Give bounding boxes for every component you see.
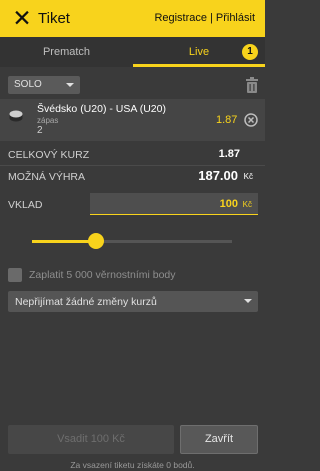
stake-slider[interactable] <box>32 233 232 249</box>
bet-odd: 1.87 <box>216 114 238 126</box>
possible-win-value: 187.00 <box>198 168 238 183</box>
bet-market: zápas <box>37 116 59 125</box>
stake-currency: Kč <box>242 200 252 209</box>
stake-input[interactable]: 100 Kč <box>90 193 258 215</box>
odds-change-value: Nepřijímat žádné změny kurzů <box>15 296 157 308</box>
active-tab-indicator <box>133 64 265 67</box>
page-title: Tiket <box>38 10 70 27</box>
top-bar: ✕ Tiket Registrace | Přihlásit <box>0 0 265 37</box>
tab-prematch[interactable]: Prematch <box>0 37 133 67</box>
stake-slider-fill <box>32 240 96 243</box>
points-footnote: Za vsazení tiketu získáte 0 bodů. <box>70 460 195 470</box>
possible-win-label: MOŽNÁ VÝHRA <box>8 171 86 183</box>
chevron-down-icon <box>244 299 252 303</box>
bet-card: Švédsko (U20) - USA (U20) zápas 2 1.87 <box>0 99 265 141</box>
bet-match-name: Švédsko (U20) - USA (U20) <box>37 103 166 115</box>
hockey-puck-icon <box>9 110 23 122</box>
ticket-type-value: SOLO <box>14 79 42 90</box>
tab-live[interactable]: Live 1 <box>133 37 265 67</box>
place-bet-button[interactable]: Vsadit 100 Kč <box>8 425 174 454</box>
divider <box>0 165 265 166</box>
tab-live-label: Live <box>188 46 210 58</box>
live-count-badge: 1 <box>242 44 258 60</box>
trash-icon[interactable] <box>244 76 260 94</box>
loyalty-checkbox[interactable] <box>8 268 22 282</box>
bet-pick: 2 <box>37 125 43 136</box>
stake-label: VKLAD <box>8 199 43 211</box>
total-odds-value: 1.87 <box>218 148 240 160</box>
total-odds-label: CELKOVÝ KURZ <box>8 149 90 161</box>
possible-win-currency: Kč <box>243 172 253 181</box>
loyalty-label: Zaplatit 5 000 věrnostními body <box>29 269 176 281</box>
auth-links: Registrace | Přihlásit <box>154 12 255 24</box>
odds-change-select[interactable]: Nepřijímat žádné změny kurzů <box>8 291 258 312</box>
tab-prematch-label: Prematch <box>42 46 91 58</box>
close-icon[interactable]: ✕ <box>10 7 34 31</box>
ticket-type-select[interactable]: SOLO <box>8 76 80 94</box>
chevron-down-icon <box>66 83 74 87</box>
register-link[interactable]: Registrace <box>154 12 207 24</box>
ticket-tabs: Prematch Live 1 <box>0 37 265 67</box>
login-link[interactable]: Přihlásit <box>216 12 255 24</box>
stake-slider-thumb[interactable] <box>88 233 104 249</box>
stake-value: 100 <box>219 198 238 210</box>
remove-bet-icon[interactable] <box>244 113 258 127</box>
close-button[interactable]: Zavřít <box>180 425 258 454</box>
auth-separator: | <box>210 12 213 24</box>
